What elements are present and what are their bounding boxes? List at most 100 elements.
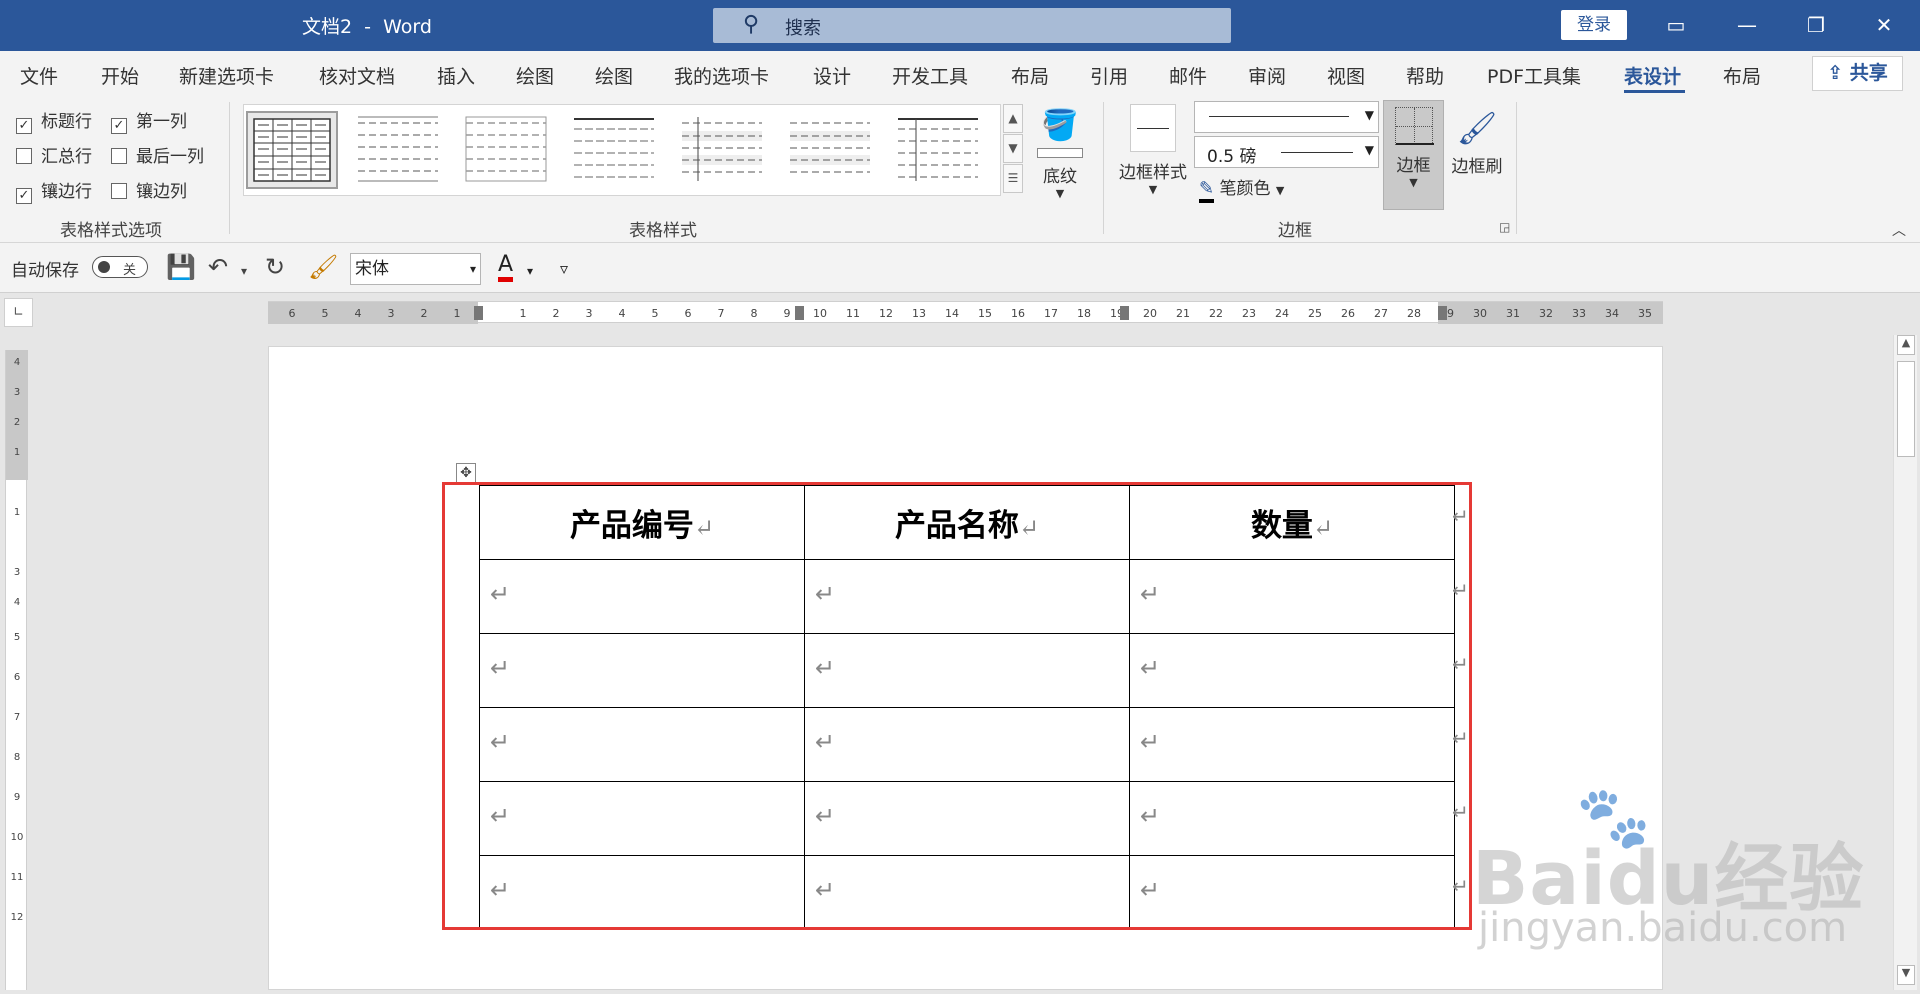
font-name-combo[interactable]: 宋体 ▾ xyxy=(350,253,481,285)
restore-icon[interactable]: ❐ xyxy=(1796,6,1836,44)
tab-layout[interactable]: 布局 xyxy=(1011,62,1049,89)
undo-icon[interactable]: ↶ xyxy=(208,253,228,281)
gallery-scroll-up-icon[interactable]: ▲ xyxy=(1003,104,1023,133)
dialog-launcher-icon[interactable]: ◲ xyxy=(1499,220,1510,234)
close-icon[interactable]: ✕ xyxy=(1864,6,1904,44)
table-style-shaded-thumb[interactable] xyxy=(784,111,876,189)
border-weight-combo[interactable]: 0.5 磅 ▼ xyxy=(1194,136,1379,168)
border-styles-label: 边框样式 xyxy=(1119,163,1187,183)
svg-text:20: 20 xyxy=(1143,307,1157,320)
svg-text:3: 3 xyxy=(14,567,20,578)
tab-file[interactable]: 文件 xyxy=(20,62,58,89)
tab-table-design[interactable]: 表设计 xyxy=(1624,62,1681,89)
pen-color-label: 笔颜色 xyxy=(1219,179,1271,199)
tab-developer[interactable]: 开发工具 xyxy=(892,62,968,89)
svg-text:2: 2 xyxy=(421,307,428,320)
vertical-ruler[interactable]: 4 3 2 1 1 3 4 5 6 7 8 9 10 11 12 xyxy=(5,350,28,990)
share-label: 共享 xyxy=(1849,62,1888,84)
svg-text:28: 28 xyxy=(1407,307,1421,320)
ruler-ticks: 654321 123456789 10 11 12 13 14 15 16 17 18 19 20… xyxy=(268,302,1663,324)
banded-rows-checkbox[interactable]: ✓ 镶边行 xyxy=(16,177,92,204)
scroll-down-icon[interactable]: ▼ xyxy=(1897,965,1915,985)
redo-icon[interactable]: ↻ xyxy=(265,253,285,281)
title-row-checkbox[interactable]: ✓ 标题行 xyxy=(16,107,92,134)
vertical-scrollbar[interactable]: ▲ ▼ xyxy=(1893,335,1917,990)
search-box[interactable]: ⚲ 搜索 xyxy=(713,8,1231,43)
format-painter-icon[interactable]: 🖌 xyxy=(308,253,338,281)
checkbox-checked-icon: ✓ xyxy=(111,118,127,134)
tab-insert[interactable]: 插入 xyxy=(437,62,475,89)
table-style-banded-thumb[interactable] xyxy=(676,111,768,189)
tab-table-layout[interactable]: 布局 xyxy=(1723,62,1761,89)
shading-button[interactable]: 🪣 底纹 ▼ xyxy=(1034,104,1086,200)
tab-references[interactable]: 引用 xyxy=(1090,62,1128,89)
quick-access-toolbar: 自动保存 关 💾 ↶ ▾ ↻ 🖌 宋体 ▾ A ▾ ▿ xyxy=(0,243,1920,293)
pen-color-button[interactable]: ✎ 笔颜色 ▼ xyxy=(1199,174,1285,203)
minimize-icon[interactable]: — xyxy=(1727,6,1767,44)
paint-bucket-icon: 🪣 xyxy=(1041,108,1079,143)
gallery-scroll-down-icon[interactable]: ▼ xyxy=(1003,134,1023,163)
horizontal-ruler[interactable]: 654321 123456789 10 11 12 13 14 15 16 17 18 19 20… xyxy=(268,301,1663,324)
chevron-down-icon: ▼ xyxy=(1275,184,1285,197)
table-move-handle-icon[interactable]: ✥ xyxy=(456,463,476,483)
svg-text:27: 27 xyxy=(1374,307,1388,320)
tab-review[interactable]: 审阅 xyxy=(1248,62,1286,89)
svg-text:4: 4 xyxy=(14,597,20,608)
ribbon-display-options-icon[interactable]: ▭ xyxy=(1656,6,1696,44)
first-column-checkbox[interactable]: ✓ 第一列 xyxy=(111,107,187,134)
tab-mailings[interactable]: 邮件 xyxy=(1169,62,1207,89)
tab-my-tab[interactable]: 我的选项卡 xyxy=(674,62,769,89)
svg-text:26: 26 xyxy=(1341,307,1355,320)
svg-text:22: 22 xyxy=(1209,307,1223,320)
tab-design[interactable]: 设计 xyxy=(813,62,851,89)
scroll-up-icon[interactable]: ▲ xyxy=(1897,335,1915,355)
border-styles-button[interactable]: 边框样式 ▼ xyxy=(1115,104,1191,196)
highlight-box xyxy=(442,482,1472,930)
autosave-toggle[interactable]: 关 xyxy=(92,256,148,278)
table-style-grid-thumb[interactable] xyxy=(246,111,338,189)
tab-selector-icon[interactable]: ∟ xyxy=(4,298,33,327)
gallery-more-icon[interactable]: ☰ xyxy=(1003,164,1023,193)
customize-toolbar-icon[interactable]: ▿ xyxy=(560,255,568,283)
tab-check-document[interactable]: 核对文档 xyxy=(319,62,395,89)
banded-rows-label: 镶边行 xyxy=(41,182,92,202)
table-style-grid-light-thumb[interactable] xyxy=(460,111,552,189)
svg-text:3: 3 xyxy=(14,387,20,398)
svg-text:16: 16 xyxy=(1011,307,1025,320)
borders-button[interactable]: 边框 ▼ xyxy=(1383,100,1444,210)
autosave-state: 关 xyxy=(123,263,137,278)
svg-text:4: 4 xyxy=(14,357,20,368)
tab-home[interactable]: 开始 xyxy=(101,62,139,89)
ribbon-tab-bar: 文件 开始 新建选项卡 核对文档 插入 绘图 绘图 我的选项卡 设计 开发工具 … xyxy=(0,51,1920,96)
login-button[interactable]: 登录 xyxy=(1561,10,1627,40)
last-column-checkbox[interactable]: 最后一列 xyxy=(111,142,204,167)
tab-new-tab[interactable]: 新建选项卡 xyxy=(179,62,274,89)
banded-columns-checkbox[interactable]: 镶边列 xyxy=(111,177,187,202)
svg-text:17: 17 xyxy=(1044,307,1058,320)
tab-view[interactable]: 视图 xyxy=(1327,62,1365,89)
tab-draw-2[interactable]: 绘图 xyxy=(595,62,633,89)
ribbon: ✓ 标题行 ✓ 第一列 汇总行 最后一列 ✓ 镶边行 镶边列 表格样式选项 ▲ ▼ ☰… xyxy=(0,96,1920,243)
border-line-style-combo[interactable]: ▼ xyxy=(1194,101,1379,133)
share-icon: ⇪ xyxy=(1827,62,1850,84)
scroll-thumb[interactable] xyxy=(1897,361,1915,457)
table-style-column-thumb[interactable] xyxy=(892,111,984,189)
share-button[interactable]: ⇪ 共享 xyxy=(1812,56,1903,91)
svg-text:8: 8 xyxy=(751,307,758,320)
font-color-icon[interactable]: A xyxy=(498,253,514,282)
collapse-ribbon-icon[interactable]: ︿ xyxy=(1892,220,1906,240)
chevron-down-icon[interactable]: ▾ xyxy=(527,257,533,285)
title-row-label: 标题行 xyxy=(41,112,92,132)
border-style-line-icon xyxy=(1130,104,1176,152)
chevron-down-icon[interactable]: ▾ xyxy=(241,257,247,285)
first-column-label: 第一列 xyxy=(136,112,187,132)
total-row-label: 汇总行 xyxy=(41,147,92,167)
tab-pdf-tools[interactable]: PDF工具集 xyxy=(1487,62,1581,89)
border-painter-button[interactable]: 🖌 边框刷 xyxy=(1448,104,1506,177)
table-style-plain-thumb[interactable] xyxy=(352,111,444,189)
total-row-checkbox[interactable]: 汇总行 xyxy=(16,142,92,167)
table-style-list-thumb[interactable] xyxy=(568,111,660,189)
tab-help[interactable]: 帮助 xyxy=(1406,62,1444,89)
tab-draw[interactable]: 绘图 xyxy=(516,62,554,89)
save-icon[interactable]: 💾 xyxy=(166,253,196,281)
